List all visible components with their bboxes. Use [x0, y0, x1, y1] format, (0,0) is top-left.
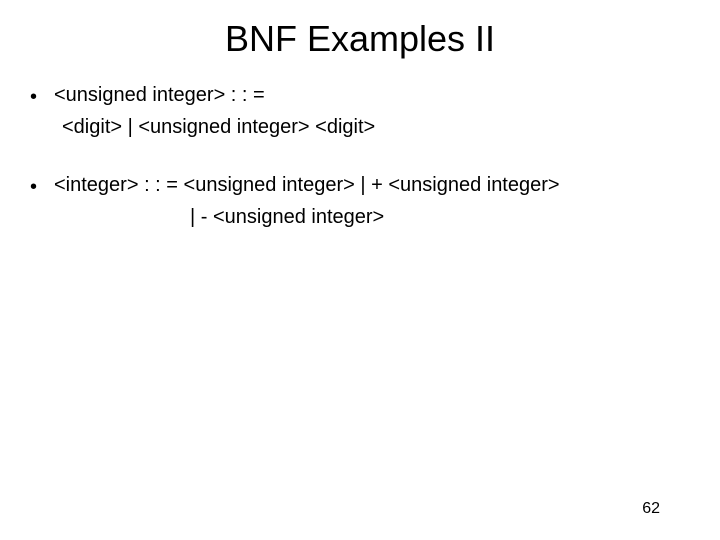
bullet-item: • <unsigned integer> : : = <digit> | <un…: [30, 80, 700, 142]
bullet-text: <unsigned integer> : : =: [54, 80, 700, 110]
bullet-continuation: <digit> | <unsigned integer> <digit>: [30, 112, 700, 142]
bullet-text: <integer> : : = <unsigned integer> | + <…: [54, 170, 700, 200]
page-title: BNF Examples II: [0, 0, 720, 80]
bullet-dot-icon: •: [30, 170, 54, 202]
bullet-item: • <integer> : : = <unsigned integer> | +…: [30, 170, 700, 232]
page-number: 62: [642, 500, 660, 518]
bullet-dot-icon: •: [30, 80, 54, 112]
bullet-continuation: | - <unsigned integer>: [30, 202, 700, 232]
content-area: • <unsigned integer> : : = <digit> | <un…: [0, 80, 720, 232]
